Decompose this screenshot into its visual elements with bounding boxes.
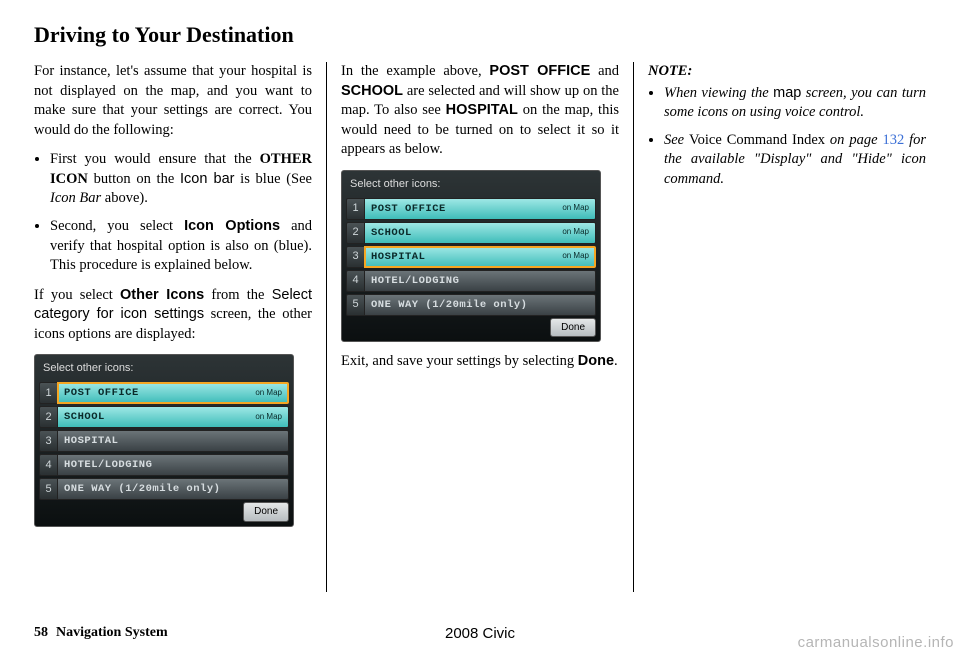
nav-row-index: 3 [346,246,364,268]
nav-screenshot-title: Select other icons: [346,175,596,198]
nav-item-school[interactable]: SCHOOL on Map [364,222,596,244]
nav-row-index: 2 [346,222,364,244]
col1-list: First you would ensure that the OTHER IC… [34,150,312,275]
text: on page [825,132,882,148]
watermark: carmanualsonline.info [798,634,954,651]
nav-item-label: HOTEL/LODGING [64,458,152,472]
nav-item-oneway[interactable]: ONE WAY (1/20mile only) [364,294,596,316]
text: from the [204,287,272,303]
nav-row-index: 4 [346,270,364,292]
nav-screenshot-1: Select other icons: 1 POST OFFICE on Map 2… [34,354,294,526]
nav-item-tag: on Map [562,227,589,238]
text-roman: Voice Command Index [689,132,825,148]
nav-row-index: 5 [39,478,57,500]
text-bold: Icon Options [184,218,280,234]
col1-li1: First you would ensure that the OTHER IC… [50,150,312,209]
nav-item-label: POST OFFICE [64,386,139,400]
text: button on the [88,171,180,187]
nav-item-post-office[interactable]: POST OFFICE on Map [364,198,596,220]
nav-row-index: 1 [39,382,57,404]
nav-item-hospital[interactable]: HOSPITAL [57,430,289,452]
col1-intro: For instance, let's assume that your hos… [34,62,312,140]
page-footer: 58 Navigation System 2008 Civic [34,625,926,641]
text: and [590,63,619,79]
nav-row-index: 5 [346,294,364,316]
columns: For instance, let's assume that your hos… [34,62,926,592]
text: Second, you select [50,218,184,234]
text: above). [101,190,148,206]
col3-li1: When viewing the map screen, you can tur… [664,84,926,123]
nav-item-label: HOTEL/LODGING [371,274,459,288]
footer-section: Navigation System [56,625,168,641]
nav-row-index: 2 [39,406,57,428]
nav-item-post-office[interactable]: POST OFFICE on Map [57,382,289,404]
text: In the example above, [341,63,489,79]
col1-p2: If you select Other Icons from the Selec… [34,286,312,345]
text: See [664,132,689,148]
nav-row-index: 4 [39,454,57,476]
page-number: 58 [34,625,48,641]
nav-item-label: SCHOOL [64,410,105,424]
nav-item-label: ONE WAY (1/20mile only) [371,298,527,312]
nav-item-label: POST OFFICE [371,202,446,216]
text-bold: Done [578,353,614,369]
page-link[interactable]: 132 [882,132,904,148]
col3-li2: See Voice Command Index on page 132 for … [664,131,926,190]
nav-item-oneway[interactable]: ONE WAY (1/20mile only) [57,478,289,500]
nav-item-hotel[interactable]: HOTEL/LODGING [364,270,596,292]
col3-list: When viewing the map screen, you can tur… [648,84,926,190]
nav-item-label: HOSPITAL [64,434,118,448]
nav-item-tag: on Map [255,412,282,423]
nav-screenshot-2: Select other icons: 1 POST OFFICE on Map 2… [341,170,601,342]
text: When viewing the [664,85,773,101]
nav-row-index: 3 [39,430,57,452]
text-bold: Other Icons [120,287,204,303]
column-2: In the example above, POST OFFICE and SC… [327,62,634,592]
nav-item-label: HOSPITAL [371,250,425,264]
nav-item-label: SCHOOL [371,226,412,240]
nav-item-tag: on Map [562,203,589,214]
col2-p2: Exit, and save your settings by selectin… [341,352,619,372]
text-sans: map [773,85,801,101]
col1-li2: Second, you select Icon Options and veri… [50,217,312,276]
nav-item-hotel[interactable]: HOTEL/LODGING [57,454,289,476]
col2-p1: In the example above, POST OFFICE and SC… [341,62,619,160]
text-bold: POST OFFICE [489,63,590,79]
nav-item-tag: on Map [562,251,589,262]
done-button[interactable]: Done [550,318,596,338]
text-sans: Icon bar [180,171,234,187]
nav-item-tag: on Map [255,388,282,399]
nav-row-index: 1 [346,198,364,220]
nav-item-school[interactable]: SCHOOL on Map [57,406,289,428]
text: is blue (See [234,171,312,187]
text: First you would ensure that the [50,151,260,167]
page-title: Driving to Your Destination [34,22,926,48]
text-bold: HOSPITAL [446,102,518,118]
footer-model: 2008 Civic [445,625,515,642]
nav-screenshot-title: Select other icons: [39,359,289,382]
text-bold: SCHOOL [341,83,403,99]
column-3: NOTE: When viewing the map screen, you c… [634,62,926,592]
text: Exit, and save your settings by selectin… [341,353,578,369]
column-1: For instance, let's assume that your hos… [34,62,327,592]
text: . [614,353,618,369]
done-button[interactable]: Done [243,502,289,522]
text: If you select [34,287,120,303]
text-italic: Icon Bar [50,190,101,206]
nav-item-label: ONE WAY (1/20mile only) [64,482,220,496]
nav-item-hospital[interactable]: HOSPITAL on Map [364,246,596,268]
note-label: NOTE: [648,62,926,82]
